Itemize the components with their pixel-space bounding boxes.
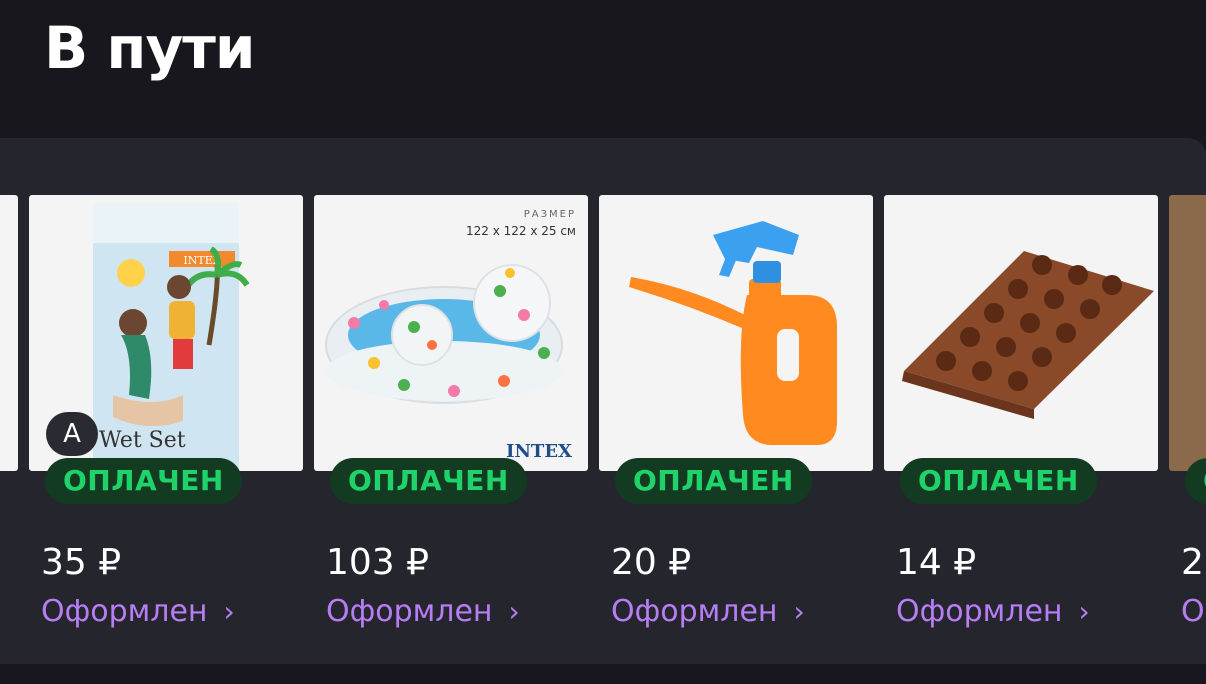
order-status-link[interactable]: Оформлен › <box>326 594 520 629</box>
avatar[interactable]: A <box>46 412 98 456</box>
order-status-label: Оформлен <box>611 594 778 629</box>
orders-carousel[interactable]: INTEX Wet Set ОПЛАЧЕН 35 ₽ Оформлен › РАЗ… <box>0 138 1206 664</box>
price: 103 ₽ <box>326 542 430 583</box>
price: 2 <box>1181 542 1204 583</box>
order-status-link[interactable]: Оформлен › <box>611 594 805 629</box>
header: В пути <box>0 0 1206 138</box>
svg-text:Wet Set: Wet Set <box>99 428 186 453</box>
order-card[interactable]: РАЗМЕР 122 x 122 x 25 см INTEX ОПЛАЧЕН 1… <box>314 138 588 664</box>
price: 35 ₽ <box>41 542 122 583</box>
bottom-divider <box>0 664 1206 684</box>
inflatable-pool-image: РАЗМЕР 122 x 122 x 25 см INTEX <box>325 209 576 462</box>
svg-text:122 x 122 x 25 см: 122 x 122 x 25 см <box>466 224 576 238</box>
order-status-label: О <box>1181 594 1205 629</box>
chevron-right-icon: › <box>508 595 520 628</box>
order-status-label: Оформлен <box>896 594 1063 629</box>
chevron-right-icon: › <box>223 595 235 628</box>
order-card[interactable]: ОПЛАЧЕН 20 ₽ Оформлен › <box>599 138 873 664</box>
price: 14 ₽ <box>896 542 977 583</box>
order-card[interactable]: INTEX Wet Set ОПЛАЧЕН 35 ₽ Оформлен › <box>29 138 303 664</box>
svg-text:РАЗМЕР: РАЗМЕР <box>524 209 576 220</box>
product-image <box>884 195 1158 471</box>
order-card[interactable]: ОПЛАЧЕН 14 ₽ Оформлен › <box>884 138 1158 664</box>
order-status-link[interactable]: Оформлен › <box>41 594 235 629</box>
order-status-label: Оформлен <box>326 594 493 629</box>
status-badge: ОПЛАЧЕН <box>330 458 527 504</box>
product-image: РАЗМЕР 122 x 122 x 25 см INTEX <box>314 195 588 471</box>
status-badge: ОПЛАЧЕН <box>900 458 1097 504</box>
status-badge: ОПЛАЧЕН <box>615 458 812 504</box>
order-status-link[interactable]: О <box>1181 594 1205 629</box>
status-badge: ОПЛАЧЕН <box>45 458 242 504</box>
price: 20 ₽ <box>611 542 692 583</box>
product-image <box>1169 195 1206 471</box>
product-image <box>599 195 873 471</box>
order-status-label: Оформлен <box>41 594 208 629</box>
watering-can-image <box>629 221 837 445</box>
order-card[interactable]: О 2 О <box>1169 138 1206 664</box>
chevron-right-icon: › <box>793 595 805 628</box>
page-title: В пути <box>44 14 256 82</box>
order-status-link[interactable]: Оформлен › <box>896 594 1090 629</box>
order-card[interactable] <box>0 138 18 664</box>
silicone-mold-image <box>902 251 1154 419</box>
chevron-right-icon: › <box>1078 595 1090 628</box>
svg-text:INTEX: INTEX <box>506 441 572 462</box>
product-image <box>0 195 18 471</box>
